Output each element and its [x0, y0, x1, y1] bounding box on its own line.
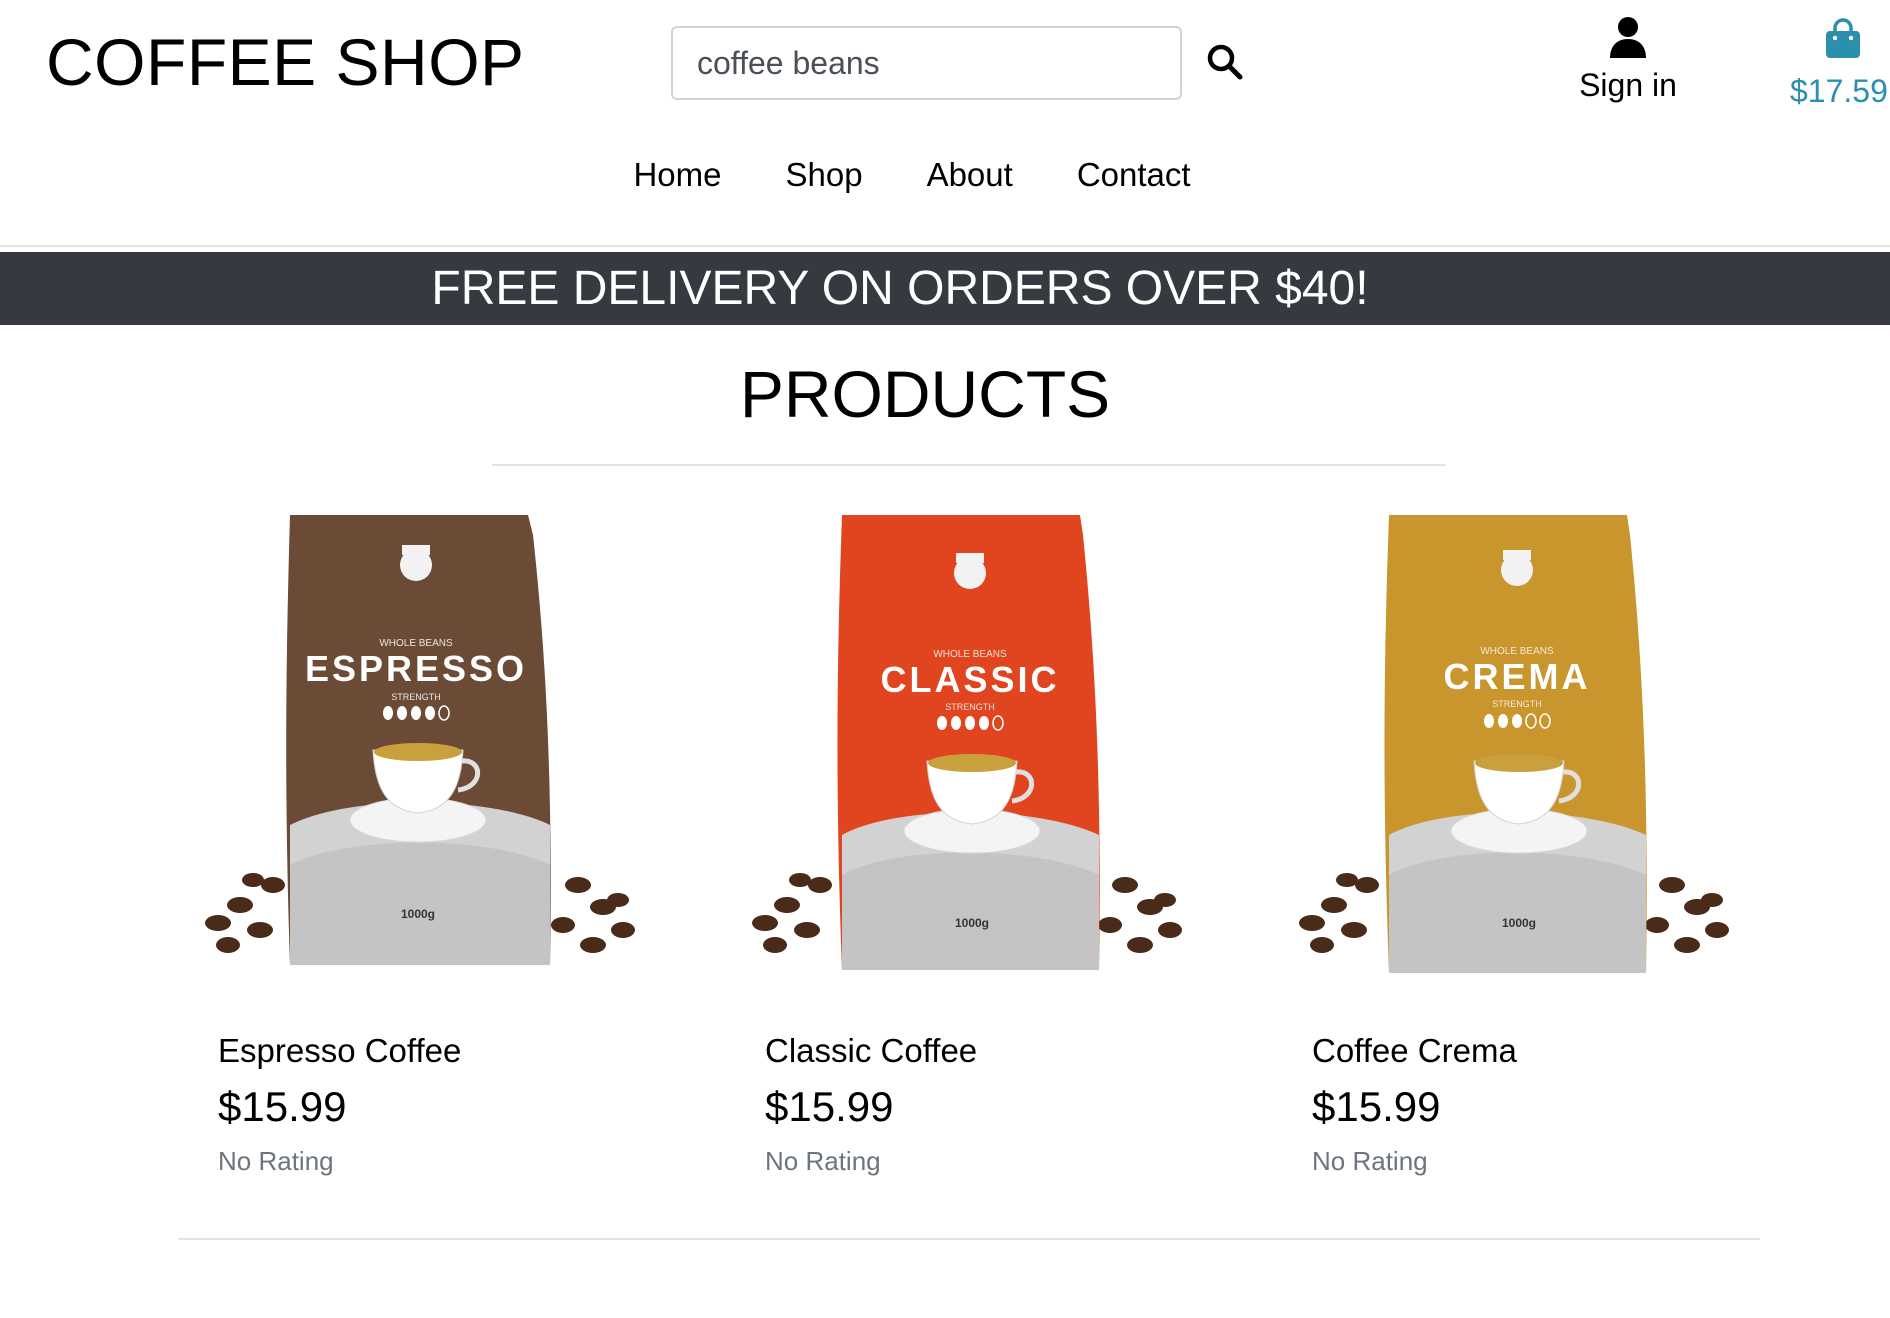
nav-home[interactable]: Home	[633, 156, 721, 194]
svg-text:CREMA: CREMA	[1444, 656, 1591, 697]
main-nav: Home Shop About Contact	[0, 156, 1890, 194]
product-card: WHOLE BEANS CLASSIC STRENGTH 1000g Class…	[745, 505, 1215, 1176]
svg-text:CLASSIC: CLASSIC	[880, 659, 1059, 700]
divider	[492, 464, 1446, 466]
search-icon	[1207, 44, 1243, 80]
search-box	[671, 26, 1182, 100]
bag-total: $17.59	[1790, 73, 1888, 109]
brand-logo[interactable]: COFFEE SHOP	[46, 24, 525, 100]
product-rating: No Rating	[765, 1146, 881, 1176]
product-card: WHOLE BEANS ESPRESSO STRENGTH 1000g Espr…	[198, 505, 668, 1176]
nav-contact[interactable]: Contact	[1077, 156, 1191, 194]
product-name[interactable]: Coffee Crema	[1312, 1032, 1517, 1070]
product-image[interactable]: WHOLE BEANS CLASSIC STRENGTH 1000g	[745, 505, 1195, 985]
svg-text:1000g: 1000g	[401, 907, 435, 921]
product-image[interactable]: WHOLE BEANS CREMA STRENGTH 1000g	[1292, 505, 1742, 985]
shopping-bag-icon	[1826, 18, 1860, 58]
svg-text:STRENGTH: STRENGTH	[945, 702, 995, 712]
coffee-bag-image: WHOLE BEANS CREMA STRENGTH 1000g	[1299, 515, 1729, 973]
nav-shop[interactable]: Shop	[785, 156, 862, 194]
product-name[interactable]: Classic Coffee	[765, 1032, 977, 1070]
search-input[interactable]	[673, 44, 1180, 82]
sign-in-label: Sign in	[1579, 67, 1677, 103]
product-card: WHOLE BEANS CREMA STRENGTH 1000g Coffee …	[1292, 505, 1762, 1176]
product-price: $15.99	[765, 1083, 894, 1130]
product-price: $15.99	[218, 1083, 347, 1130]
svg-text:STRENGTH: STRENGTH	[391, 692, 441, 702]
svg-text:ESPRESSO: ESPRESSO	[305, 648, 527, 689]
svg-text:1000g: 1000g	[955, 916, 989, 930]
products-heading: PRODUCTS	[0, 356, 1890, 432]
svg-text:1000g: 1000g	[1502, 916, 1536, 930]
divider	[178, 1238, 1760, 1240]
sign-in-link[interactable]: Sign in	[1574, 16, 1682, 104]
search-button[interactable]	[1205, 42, 1245, 82]
svg-text:STRENGTH: STRENGTH	[1492, 699, 1542, 709]
nav-about[interactable]: About	[927, 156, 1013, 194]
shopping-bag-link[interactable]: $17.59	[1790, 18, 1890, 110]
delivery-banner: FREE DELIVERY ON ORDERS OVER $40!	[0, 252, 1890, 325]
product-price: $15.99	[1312, 1083, 1441, 1130]
product-name[interactable]: Espresso Coffee	[218, 1032, 461, 1070]
delivery-banner-text: FREE DELIVERY ON ORDERS OVER $40!	[431, 262, 1369, 315]
product-rating: No Rating	[218, 1146, 334, 1176]
coffee-bag-image: WHOLE BEANS ESPRESSO STRENGTH 1000g	[205, 515, 635, 965]
site-header: COFFEE SHOP Sign in $17.59 Home Shop Abo…	[0, 0, 1890, 247]
user-icon	[1610, 17, 1646, 58]
coffee-bag-image: WHOLE BEANS CLASSIC STRENGTH 1000g	[752, 515, 1182, 970]
product-rating: No Rating	[1312, 1146, 1428, 1176]
products-title: PRODUCTS	[739, 357, 1111, 431]
product-image[interactable]: WHOLE BEANS ESPRESSO STRENGTH 1000g	[198, 505, 648, 985]
